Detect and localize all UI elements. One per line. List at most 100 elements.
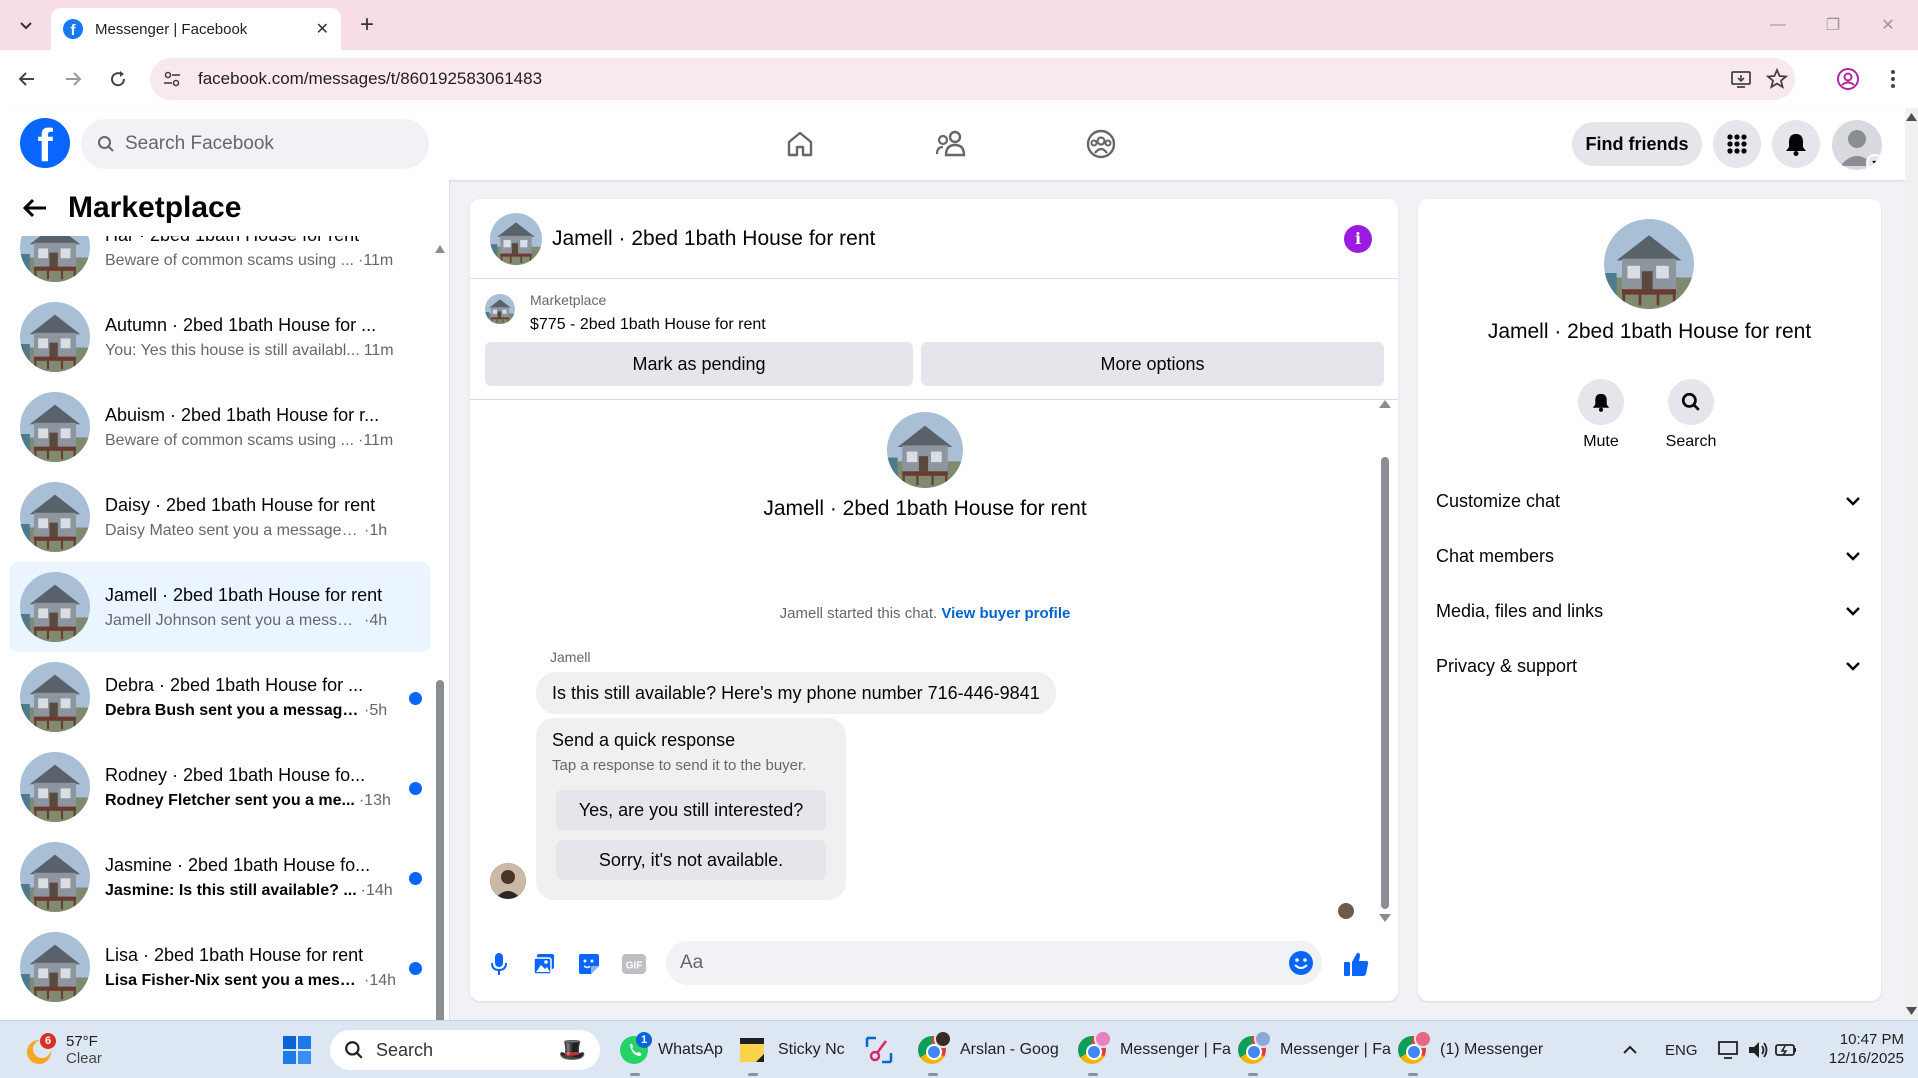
menu-grid-button[interactable] <box>1713 120 1761 168</box>
bookmark-star-icon[interactable] <box>1759 68 1795 90</box>
chat-members-section[interactable]: Chat members <box>1436 536 1861 576</box>
conversation-name: Jamell · 2bed 1bath House for rent <box>105 584 383 605</box>
conversation-list: Har · 2bed 1bath House for rent Beware o… <box>0 202 430 1012</box>
close-tab-icon[interactable]: ✕ <box>316 19 329 39</box>
view-buyer-profile-link[interactable]: View buyer profile <box>941 605 1070 622</box>
facebook-search-input[interactable] <box>125 133 405 155</box>
chat-scrollbar[interactable] <box>1378 400 1392 923</box>
taskbar-app-chrome-messenger-3[interactable]: (1) Messenger <box>1398 1021 1543 1078</box>
conversation-item[interactable]: Daisy · 2bed 1bath House for rent Daisy … <box>10 472 430 562</box>
clock[interactable]: 10:47 PM 12/16/2025 <box>1816 1021 1904 1078</box>
taskbar-app-snipping-tool[interactable] <box>864 1021 894 1078</box>
facebook-logo-icon[interactable]: f <box>20 118 70 168</box>
conversation-item[interactable]: Rodney · 2bed 1bath House fo... Rodney F… <box>10 742 430 832</box>
sidebar-scrollbar[interactable] <box>434 240 446 1020</box>
conversation-item-active[interactable]: Jamell · 2bed 1bath House for rent Jamel… <box>10 562 430 652</box>
taskbar-app-label: Messenger | Fa <box>1120 1041 1231 1058</box>
search-icon <box>345 1041 363 1059</box>
more-options-button[interactable]: More options <box>921 342 1384 386</box>
notifications-button[interactable] <box>1772 120 1820 168</box>
media-files-links-section[interactable]: Media, files and links <box>1436 591 1861 631</box>
forward-button[interactable] <box>58 64 88 94</box>
home-nav-icon[interactable] <box>778 124 822 164</box>
conversation-item[interactable]: Jasmine · 2bed 1bath House fo... Jasmine… <box>10 832 430 922</box>
photo-icon[interactable] <box>521 946 566 982</box>
info-icon[interactable]: i <box>1344 224 1372 253</box>
taskbar-app-chrome-messenger-2[interactable]: Messenger | Fa <box>1238 1021 1391 1078</box>
browser-toolbar: facebook.com/messages/t/860192583061483 <box>0 50 1918 108</box>
back-button[interactable] <box>12 64 42 94</box>
system-tray[interactable] <box>1716 1021 1798 1078</box>
account-avatar-button[interactable]: ▼ <box>1832 120 1882 170</box>
mark-as-pending-button[interactable]: Mark as pending <box>485 342 913 386</box>
listing-price[interactable]: $775 - 2bed 1bath House for rent <box>530 316 766 334</box>
scroll-thumb[interactable] <box>436 680 444 1020</box>
clock-time: 10:47 PM <box>1839 1031 1904 1049</box>
sticker-icon[interactable] <box>566 946 611 982</box>
section-label: Media, files and links <box>1436 600 1604 621</box>
tab-search-button[interactable] <box>10 10 42 40</box>
taskbar-app-label: Sticky Nc <box>778 1041 845 1058</box>
message-input-box[interactable] <box>666 941 1322 985</box>
close-window-button[interactable]: ✕ <box>1868 10 1908 40</box>
new-tab-button[interactable]: + <box>352 10 382 40</box>
mute-button[interactable]: Mute <box>1561 379 1641 451</box>
conversation-item[interactable]: Debra · 2bed 1bath House for ... Debra B… <box>10 652 430 742</box>
customize-chat-section[interactable]: Customize chat <box>1436 481 1861 521</box>
chat-avatar[interactable] <box>490 213 542 265</box>
chevron-down-icon <box>1846 552 1860 561</box>
site-settings-icon[interactable] <box>162 69 186 89</box>
message-bubble[interactable]: Is this still available? Here's my phone… <box>536 672 1056 714</box>
reload-button[interactable] <box>103 64 133 94</box>
weather-widget[interactable]: 6 57°F Clear <box>22 1021 102 1078</box>
clock-date: 12/16/2025 <box>1828 1050 1904 1067</box>
profile-icon[interactable] <box>1833 64 1863 94</box>
facebook-header: f Find friends ▼ <box>0 108 1905 180</box>
conversation-item[interactable]: Abuism · 2bed 1bath House for r... Bewar… <box>10 382 430 472</box>
taskbar-app-chrome-arslan[interactable]: Arslan - Goog <box>918 1021 1059 1078</box>
browser-menu-icon[interactable] <box>1878 64 1908 94</box>
taskbar-app-whatsapp[interactable]: 1 WhatsAp <box>618 1021 723 1078</box>
start-button[interactable] <box>282 1021 312 1078</box>
conversation-time: ·5h <box>364 701 388 719</box>
running-indicator <box>748 1073 758 1076</box>
taskbar-app-chrome-messenger-1[interactable]: Messenger | Fa <box>1078 1021 1231 1078</box>
details-avatar[interactable] <box>1604 219 1694 309</box>
find-friends-button[interactable]: Find friends <box>1572 122 1702 166</box>
started-text: Jamell started this chat. <box>779 605 938 622</box>
conversation-name: Daisy · 2bed 1bath House for rent <box>105 494 376 515</box>
message-input[interactable] <box>680 952 1280 974</box>
browser-tab-messenger[interactable]: f Messenger | Facebook ✕ <box>51 8 341 50</box>
conversation-item[interactable]: Autumn · 2bed 1bath House for ... You: Y… <box>10 292 430 382</box>
chat-title[interactable]: Jamell · 2bed 1bath House for rent <box>552 227 1344 251</box>
facebook-search-box[interactable] <box>81 119 429 169</box>
input-language[interactable]: ENG <box>1665 1021 1698 1078</box>
page-scrollbar[interactable] <box>1905 108 1918 1020</box>
install-app-icon[interactable] <box>1723 68 1759 90</box>
quick-response-sorry-button[interactable]: Sorry, it's not available. <box>556 840 826 880</box>
friends-nav-icon[interactable] <box>929 124 973 164</box>
quick-response-yes-button[interactable]: Yes, are you still interested? <box>556 790 826 830</box>
back-arrow-icon[interactable] <box>22 197 58 219</box>
conversation-time: ·4h <box>364 611 388 629</box>
minimize-window-button[interactable]: — <box>1758 10 1798 40</box>
search-in-chat-button[interactable]: Search <box>1651 379 1731 451</box>
emoji-icon[interactable] <box>1280 950 1322 976</box>
conversation-item[interactable]: Lisa · 2bed 1bath House for rent Lisa Fi… <box>10 922 430 1012</box>
address-bar[interactable]: facebook.com/messages/t/860192583061483 <box>150 58 1795 100</box>
thread-title: Jamell · 2bed 1bath House for rent <box>763 497 1087 520</box>
thread-avatar[interactable] <box>887 412 963 488</box>
microphone-icon[interactable] <box>476 946 521 982</box>
taskbar-app-sticky-notes[interactable]: Sticky Nc <box>738 1021 845 1078</box>
sender-avatar[interactable] <box>490 863 526 899</box>
taskbar-search[interactable]: Search 🎩 <box>330 1030 600 1070</box>
scroll-thumb[interactable] <box>1381 457 1389 909</box>
privacy-support-section[interactable]: Privacy & support <box>1436 646 1861 686</box>
listing-thumbnail[interactable] <box>485 294 515 324</box>
groups-nav-icon[interactable] <box>1079 124 1123 164</box>
gif-icon[interactable]: GIF <box>611 946 656 982</box>
arrow-left-icon <box>18 72 34 86</box>
restore-window-button[interactable]: ❐ <box>1813 10 1853 40</box>
thumbs-up-icon[interactable] <box>1333 946 1378 982</box>
show-hidden-icons-button[interactable] <box>1622 1021 1638 1078</box>
